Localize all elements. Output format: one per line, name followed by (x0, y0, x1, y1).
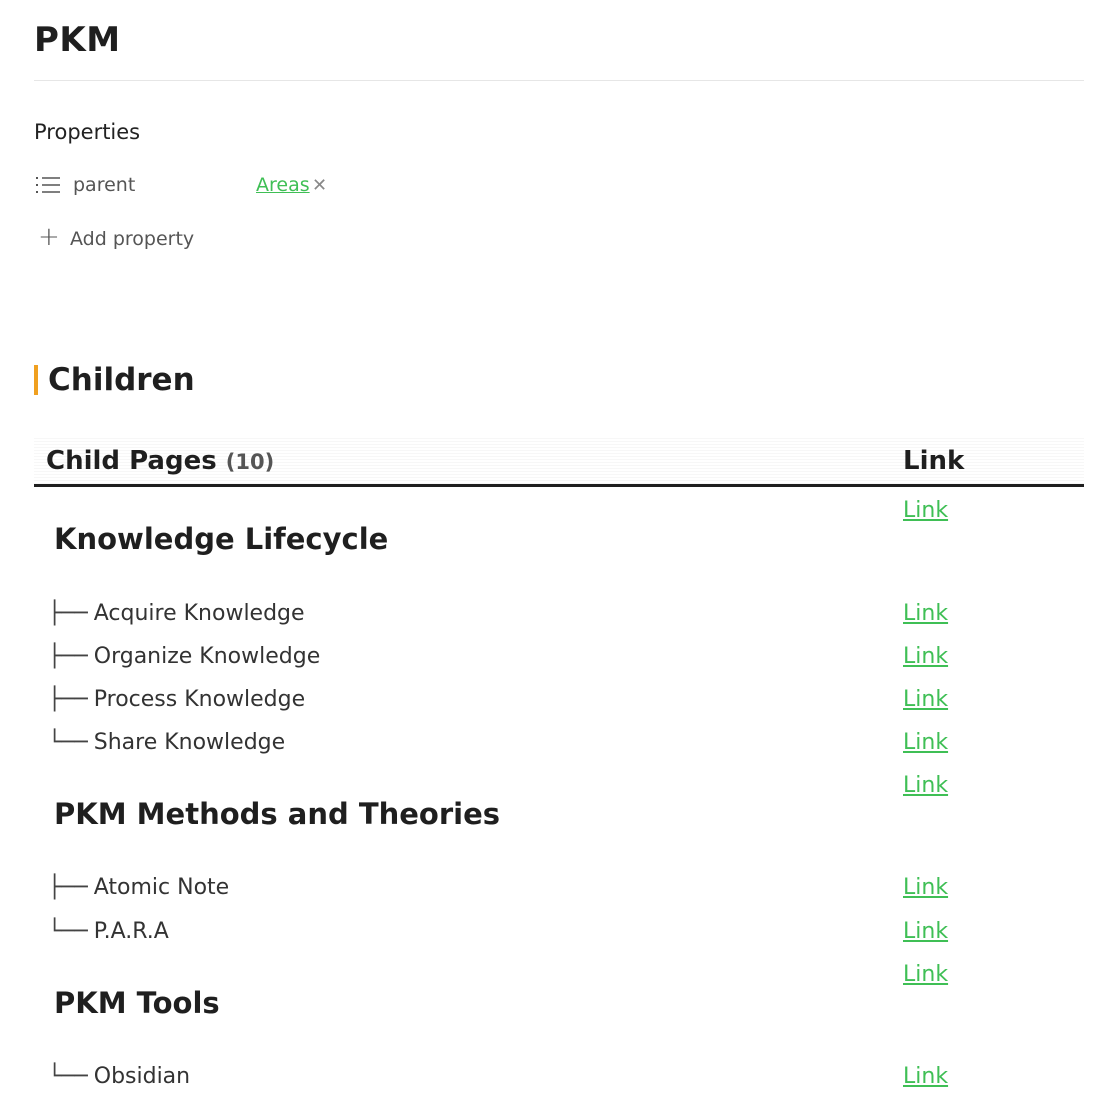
tree-branch: ├── (48, 644, 88, 669)
child-page-item[interactable]: ├── Atomic Note (48, 875, 229, 900)
add-property-label: Add property (70, 228, 195, 250)
group-title: Knowledge Lifecycle (54, 522, 389, 556)
tree-branch: └── (48, 1064, 88, 1089)
page-title: PKM (34, 20, 121, 60)
tree-branch: └── (48, 730, 88, 755)
tree-branch: ├── (48, 601, 88, 626)
child-page-item[interactable]: ├── Organize Knowledge (48, 644, 320, 669)
child-page-item[interactable]: └── P.A.R.A (48, 919, 169, 944)
group-link[interactable]: Link (903, 773, 948, 798)
child-pages-label: Child Pages (46, 446, 217, 476)
child-page-link[interactable]: Link (903, 1064, 948, 1089)
children-heading: Children (48, 362, 195, 398)
child-page-label: Organize Knowledge (93, 644, 321, 669)
list-icon (36, 175, 60, 195)
child-page-label: P.A.R.A (93, 919, 169, 944)
column-header-child-pages: Child Pages (10) (46, 446, 274, 476)
properties-heading: Properties (34, 120, 141, 144)
child-page-label: Atomic Note (93, 875, 230, 900)
column-header-link: Link (903, 446, 965, 476)
property-key[interactable]: parent (73, 174, 135, 196)
children-accent-bar (34, 365, 38, 395)
property-value-link[interactable]: Areas (256, 174, 310, 196)
child-page-link[interactable]: Link (903, 730, 948, 755)
plus-icon: + (38, 222, 60, 252)
child-page-link[interactable]: Link (903, 687, 948, 712)
group-link[interactable]: Link (903, 962, 948, 987)
child-page-item[interactable]: └── Share Knowledge (48, 730, 285, 755)
child-pages-count: (10) (225, 450, 275, 474)
child-page-item[interactable]: ├── Acquire Knowledge (48, 601, 305, 626)
child-page-item[interactable]: ├── Process Knowledge (48, 687, 305, 712)
title-divider (34, 80, 1084, 81)
child-page-link[interactable]: Link (903, 601, 948, 626)
property-row-parent: parent Areas ✕ (34, 172, 434, 202)
group-title: PKM Methods and Theories (54, 797, 501, 831)
tree-branch: └── (48, 919, 88, 944)
group-title: PKM Tools (54, 986, 220, 1020)
table-header: Child Pages (10) Link (34, 437, 1084, 487)
child-page-link[interactable]: Link (903, 875, 948, 900)
tree-branch: ├── (48, 875, 88, 900)
child-page-label: Obsidian (93, 1064, 191, 1089)
child-page-label: Share Knowledge (93, 730, 286, 755)
child-page-link[interactable]: Link (903, 644, 948, 669)
group-link[interactable]: Link (903, 498, 948, 523)
tree-branch: ├── (48, 687, 88, 712)
child-page-link[interactable]: Link (903, 919, 948, 944)
child-page-item[interactable]: └── Obsidian (48, 1064, 190, 1089)
child-page-label: Acquire Knowledge (93, 601, 305, 626)
child-page-label: Process Knowledge (93, 687, 306, 712)
remove-value-icon[interactable]: ✕ (312, 175, 327, 196)
